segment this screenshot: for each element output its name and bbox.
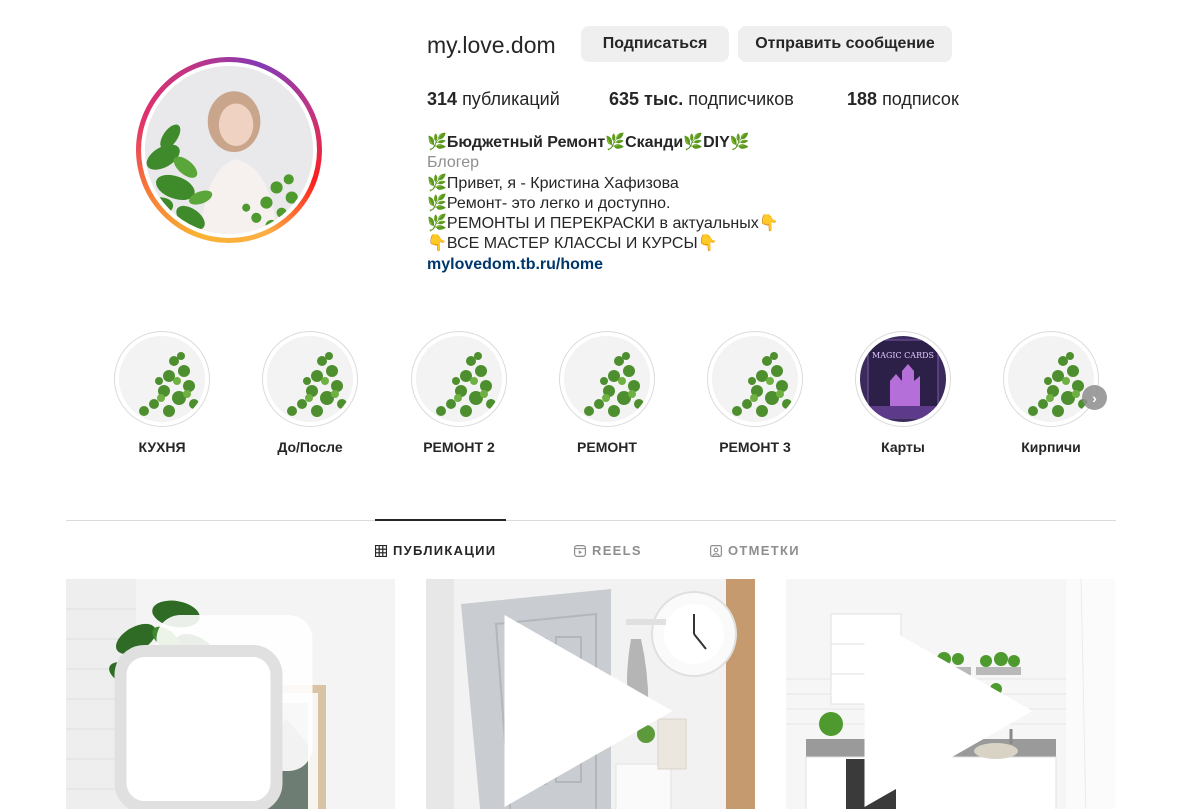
highlight-label: До/После: [277, 439, 343, 455]
highlight-label: КУХНЯ: [138, 439, 186, 455]
posts-stat: 314 публикаций: [427, 87, 560, 111]
story-highlight[interactable]: КУХНЯ: [114, 331, 210, 455]
profile-avatar[interactable]: [136, 57, 322, 243]
tab-reels[interactable]: REELS: [574, 543, 642, 558]
bio-title-part: Сканди: [625, 134, 684, 151]
followers-count: 635 тыс.: [609, 89, 684, 109]
highlight-label: РЕМОНТ: [577, 439, 637, 455]
bio-text: РЕМОНТЫ И ПЕРЕКРАСКИ в актуальных: [446, 215, 759, 233]
pointing-down-icon: 👇: [697, 235, 718, 253]
highlight-ring[interactable]: MAGIC CARDS: [855, 331, 951, 427]
bio-title-part: Бюджетный Ремонт: [446, 134, 606, 151]
highlight-image: MAGIC CARDS: [860, 336, 946, 422]
profile-bio: 🌿Бюджетный Ремонт🌿Сканди🌿DIY🌿 Блогер 🌿Пр…: [427, 133, 779, 275]
leaf-icon: 🌿: [605, 134, 626, 151]
highlight-image: [416, 336, 502, 422]
story-highlight[interactable]: До/После: [262, 331, 358, 455]
highlight-ring[interactable]: [707, 331, 803, 427]
followers-stat[interactable]: 635 тыс. подписчиков: [609, 87, 794, 111]
follow-button[interactable]: Подписаться: [581, 26, 729, 62]
highlight-image: [712, 336, 798, 422]
bio-line: 🌿Ремонт- это легко и доступно.: [427, 194, 779, 214]
leaf-icon: 🌿: [427, 134, 447, 151]
highlights-next-button[interactable]: ›: [1082, 385, 1107, 410]
svg-text:MAGIC CARDS: MAGIC CARDS: [872, 351, 934, 360]
bio-line: 🌿Привет, я - Кристина Хафизова: [427, 174, 779, 194]
tagged-icon: [710, 544, 722, 557]
highlight-ring[interactable]: [262, 331, 358, 427]
play-icon: [864, 615, 1033, 807]
leaf-icon: 🌿: [427, 174, 447, 192]
bio-line: 👇ВСЕ МАСТЕР КЛАССЫ И КУРСЫ👇: [427, 234, 779, 254]
bio-line: 🌿РЕМОНТЫ И ПЕРЕКРАСКИ в актуальных👇: [427, 214, 779, 234]
highlight-image: [267, 336, 353, 422]
story-highlight[interactable]: РЕМОНТ: [559, 331, 655, 455]
send-message-button[interactable]: Отправить сообщение: [738, 26, 952, 62]
leaf-icon: 🌿: [427, 194, 447, 212]
avatar-photo: [145, 66, 313, 234]
pointing-down-icon: 👇: [427, 235, 447, 253]
highlight-label: РЕМОНТ 3: [719, 439, 791, 455]
followers-label: подписчиков: [688, 89, 794, 109]
bio-link[interactable]: mylovedom.tb.ru/home: [427, 255, 779, 275]
story-highlight[interactable]: РЕМОНТ 2: [411, 331, 507, 455]
story-highlight[interactable]: Кирпичи: [1003, 331, 1099, 455]
bio-text: ВСЕ МАСТЕР КЛАССЫ И КУРСЫ: [446, 235, 698, 253]
profile-username: my.love.dom: [427, 32, 556, 58]
bio-text: Ремонт- это легко и доступно.: [446, 194, 671, 212]
highlight-label: РЕМОНТ 2: [423, 439, 495, 455]
leaf-icon: 🌿: [683, 134, 704, 151]
highlight-label: Кирпичи: [1021, 439, 1081, 455]
post-tile[interactable]: [786, 579, 1115, 809]
highlight-label: Карты: [881, 439, 925, 455]
bio-text: Привет, я - Кристина Хафизова: [446, 174, 679, 192]
leaf-icon: 🌿: [729, 134, 750, 151]
highlight-image: [119, 336, 205, 422]
highlight-ring[interactable]: [1003, 331, 1099, 427]
posts-label: публикаций: [462, 89, 560, 109]
story-highlight[interactable]: MAGIC CARDS Карты: [855, 331, 951, 455]
tab-reels-label: REELS: [592, 543, 642, 558]
tab-tagged-label: ОТМЕТКИ: [728, 543, 800, 558]
carousel-icon: [114, 615, 313, 809]
chevron-right-icon: ›: [1092, 389, 1097, 406]
tabs-divider: [66, 520, 1116, 521]
pointing-down-icon: 👇: [758, 215, 779, 233]
following-stat[interactable]: 188 подписок: [847, 87, 959, 111]
following-label: подписок: [882, 89, 959, 109]
active-tab-indicator: [375, 519, 506, 521]
bio-category: Блогер: [427, 154, 480, 172]
bio-title-part: DIY: [703, 134, 730, 151]
tab-tagged[interactable]: ОТМЕТКИ: [710, 543, 800, 558]
reels-icon: [574, 544, 586, 557]
play-icon: [504, 615, 673, 807]
tab-posts-label: ПУБЛИКАЦИИ: [393, 543, 497, 558]
grid-icon: [375, 544, 387, 557]
post-tile[interactable]: [66, 579, 395, 809]
highlight-image: [1008, 336, 1094, 422]
posts-count: 314: [427, 89, 458, 109]
following-count: 188: [847, 89, 878, 109]
story-highlight[interactable]: РЕМОНТ 3: [707, 331, 803, 455]
highlight-ring[interactable]: [411, 331, 507, 427]
tab-posts[interactable]: ПУБЛИКАЦИИ: [375, 543, 496, 558]
highlight-image: [564, 336, 650, 422]
highlight-ring[interactable]: [114, 331, 210, 427]
highlight-ring[interactable]: [559, 331, 655, 427]
leaf-icon: 🌿: [427, 215, 447, 233]
post-tile[interactable]: [426, 579, 755, 809]
bio-title: 🌿Бюджетный Ремонт🌿Сканди🌿DIY🌿: [427, 133, 779, 153]
